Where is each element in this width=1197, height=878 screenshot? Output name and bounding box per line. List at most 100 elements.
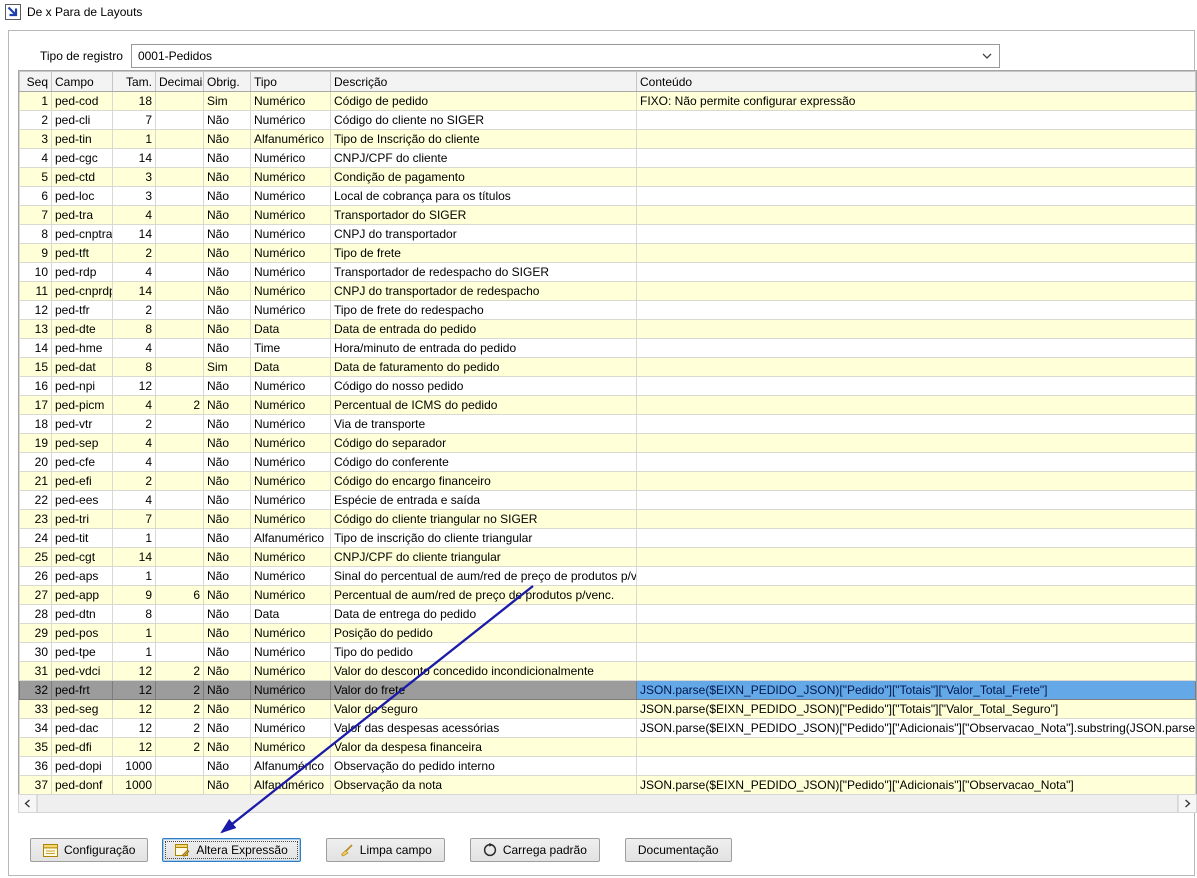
table-row[interactable]: 12ped-tfr2NãoNuméricoTipo de frete do re… — [20, 301, 1196, 320]
cell-conteudo[interactable] — [637, 434, 1196, 453]
cell-descricao[interactable]: Tipo do pedido — [331, 643, 637, 662]
column-header-tipo[interactable]: Tipo — [251, 72, 331, 92]
cell-campo[interactable]: ped-cli — [52, 111, 113, 130]
cell-conteudo[interactable]: FIXO: Não permite configurar expressão — [637, 92, 1196, 111]
cell-tam[interactable]: 12 — [113, 719, 156, 738]
cell-descricao[interactable]: Tipo de frete do redespacho — [331, 301, 637, 320]
table-row[interactable]: 36ped-dopi1000NãoAlfanuméricoObservação … — [20, 757, 1196, 776]
cell-obrig[interactable]: Não — [204, 681, 251, 700]
cell-conteudo[interactable] — [637, 168, 1196, 187]
cell-tipo[interactable]: Numérico — [251, 301, 331, 320]
carrega-padrao-button[interactable]: Carrega padrão — [470, 838, 600, 862]
cell-descricao[interactable]: Valor das despesas acessórias — [331, 719, 637, 738]
table-row[interactable]: 28ped-dtn8NãoDataData de entrega do pedi… — [20, 605, 1196, 624]
cell-decimais[interactable] — [156, 453, 204, 472]
cell-tam[interactable]: 14 — [113, 548, 156, 567]
cell-conteudo[interactable] — [637, 624, 1196, 643]
cell-decimais[interactable]: 2 — [156, 681, 204, 700]
cell-conteudo[interactable] — [637, 643, 1196, 662]
cell-tam[interactable]: 14 — [113, 282, 156, 301]
cell-descricao[interactable]: Posição do pedido — [331, 624, 637, 643]
cell-descricao[interactable]: Código do encargo financeiro — [331, 472, 637, 491]
cell-tipo[interactable]: Numérico — [251, 206, 331, 225]
cell-campo[interactable]: ped-tft — [52, 244, 113, 263]
cell-tam[interactable]: 7 — [113, 510, 156, 529]
column-header-decimais[interactable]: Decimais — [156, 72, 204, 92]
cell-tipo[interactable]: Numérico — [251, 738, 331, 757]
cell-obrig[interactable]: Não — [204, 168, 251, 187]
cell-tipo[interactable]: Alfanumérico — [251, 529, 331, 548]
cell-tipo[interactable]: Numérico — [251, 586, 331, 605]
cell-tipo[interactable]: Numérico — [251, 643, 331, 662]
cell-seq[interactable]: 37 — [20, 776, 52, 795]
cell-decimais[interactable] — [156, 244, 204, 263]
cell-decimais[interactable] — [156, 320, 204, 339]
cell-obrig[interactable]: Não — [204, 605, 251, 624]
cell-obrig[interactable]: Sim — [204, 92, 251, 111]
cell-seq[interactable]: 15 — [20, 358, 52, 377]
cell-seq[interactable]: 36 — [20, 757, 52, 776]
horizontal-scrollbar[interactable] — [18, 794, 1197, 813]
cell-tipo[interactable]: Alfanumérico — [251, 757, 331, 776]
cell-tam[interactable]: 1 — [113, 643, 156, 662]
cell-conteudo[interactable] — [637, 529, 1196, 548]
cell-campo[interactable]: ped-tra — [52, 206, 113, 225]
table-row[interactable]: 19ped-sep4NãoNuméricoCódigo do separador — [20, 434, 1196, 453]
cell-campo[interactable]: ped-app — [52, 586, 113, 605]
table-row[interactable]: 16ped-npi12NãoNuméricoCódigo do nosso pe… — [20, 377, 1196, 396]
cell-descricao[interactable]: Observação da nota — [331, 776, 637, 795]
table-row[interactable]: 27ped-app96NãoNuméricoPercentual de aum/… — [20, 586, 1196, 605]
cell-seq[interactable]: 11 — [20, 282, 52, 301]
column-header-descricao[interactable]: Descrição — [331, 72, 637, 92]
cell-campo[interactable]: ped-donf — [52, 776, 113, 795]
cell-tipo[interactable]: Numérico — [251, 225, 331, 244]
cell-decimais[interactable] — [156, 548, 204, 567]
cell-descricao[interactable]: Valor da despesa financeira — [331, 738, 637, 757]
cell-tam[interactable]: 4 — [113, 206, 156, 225]
cell-obrig[interactable]: Não — [204, 453, 251, 472]
cell-campo[interactable]: ped-cnptra — [52, 225, 113, 244]
cell-decimais[interactable] — [156, 92, 204, 111]
cell-seq[interactable]: 5 — [20, 168, 52, 187]
cell-descricao[interactable]: Tipo de inscrição do cliente triangular — [331, 529, 637, 548]
table-row[interactable]: 8ped-cnptra14NãoNuméricoCNPJ do transpor… — [20, 225, 1196, 244]
cell-descricao[interactable]: Código do conferente — [331, 453, 637, 472]
cell-campo[interactable]: ped-dte — [52, 320, 113, 339]
cell-seq[interactable]: 19 — [20, 434, 52, 453]
cell-decimais[interactable] — [156, 757, 204, 776]
cell-descricao[interactable]: Transportador de redespacho do SIGER — [331, 263, 637, 282]
cell-decimais[interactable] — [156, 339, 204, 358]
cell-tam[interactable]: 7 — [113, 111, 156, 130]
cell-decimais[interactable] — [156, 130, 204, 149]
cell-decimais[interactable]: 6 — [156, 586, 204, 605]
cell-conteudo[interactable] — [637, 757, 1196, 776]
cell-obrig[interactable]: Não — [204, 757, 251, 776]
documentacao-button[interactable]: Documentação — [625, 838, 732, 862]
cell-campo[interactable]: ped-loc — [52, 187, 113, 206]
cell-descricao[interactable]: Espécie de entrada e saída — [331, 491, 637, 510]
cell-obrig[interactable]: Não — [204, 263, 251, 282]
table-row[interactable]: 23ped-tri7NãoNuméricoCódigo do cliente t… — [20, 510, 1196, 529]
cell-campo[interactable]: ped-cfe — [52, 453, 113, 472]
cell-tam[interactable]: 2 — [113, 415, 156, 434]
cell-tam[interactable]: 9 — [113, 586, 156, 605]
cell-conteudo[interactable]: JSON.parse($EIXN_PEDIDO_JSON)["Pedido"][… — [637, 719, 1196, 738]
cell-obrig[interactable]: Não — [204, 643, 251, 662]
cell-tipo[interactable]: Numérico — [251, 700, 331, 719]
cell-descricao[interactable]: CNPJ do transportador — [331, 225, 637, 244]
cell-campo[interactable]: ped-vdci — [52, 662, 113, 681]
cell-descricao[interactable]: CNPJ/CPF do cliente triangular — [331, 548, 637, 567]
cell-descricao[interactable]: Código do nosso pedido — [331, 377, 637, 396]
cell-obrig[interactable]: Não — [204, 529, 251, 548]
table-row[interactable]: 32ped-frt122NãoNuméricoValor do freteJSO… — [20, 681, 1196, 700]
cell-obrig[interactable]: Não — [204, 187, 251, 206]
cell-seq[interactable]: 30 — [20, 643, 52, 662]
cell-descricao[interactable]: Valor do seguro — [331, 700, 637, 719]
table-row[interactable]: 21ped-efi2NãoNuméricoCódigo do encargo f… — [20, 472, 1196, 491]
cell-decimais[interactable] — [156, 529, 204, 548]
cell-tipo[interactable]: Numérico — [251, 263, 331, 282]
cell-descricao[interactable]: Sinal do percentual de aum/red de preço … — [331, 567, 637, 586]
cell-tipo[interactable]: Numérico — [251, 244, 331, 263]
cell-campo[interactable]: ped-ees — [52, 491, 113, 510]
cell-obrig[interactable]: Não — [204, 206, 251, 225]
